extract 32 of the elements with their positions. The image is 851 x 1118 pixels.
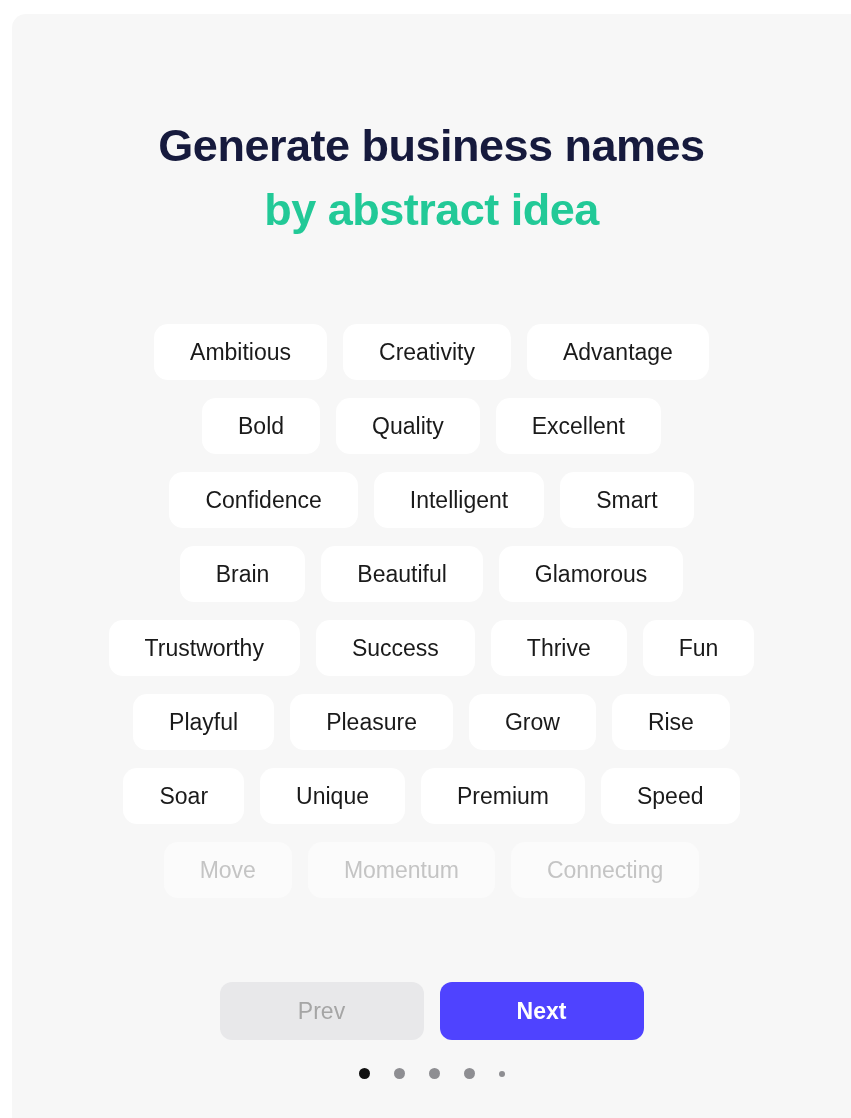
idea-tag[interactable]: Speed <box>601 768 740 824</box>
idea-tag[interactable]: Smart <box>560 472 694 528</box>
idea-tag[interactable]: Success <box>315 620 475 676</box>
idea-tag[interactable]: Trustworthy <box>108 620 300 676</box>
idea-tag[interactable]: Excellent <box>495 398 661 454</box>
idea-tag[interactable]: Grow <box>468 694 596 750</box>
idea-tag[interactable]: Intelligent <box>373 472 545 528</box>
idea-tag[interactable]: Unique <box>260 768 405 824</box>
pager-dot[interactable] <box>498 1070 505 1077</box>
next-button[interactable]: Next <box>439 982 644 1040</box>
idea-tag[interactable]: Premium <box>420 768 585 824</box>
idea-tag[interactable]: Brain <box>179 546 306 602</box>
pager-dot[interactable] <box>463 1068 475 1079</box>
idea-tag[interactable]: Bold <box>202 398 321 454</box>
idea-tag[interactable]: Rise <box>611 694 730 750</box>
idea-tag[interactable]: Creativity <box>343 324 511 380</box>
idea-tag[interactable]: Soar <box>123 768 245 824</box>
pager-dot[interactable] <box>428 1068 440 1079</box>
idea-tag[interactable]: Confidence <box>169 472 358 528</box>
idea-tag[interactable]: Glamorous <box>498 546 684 602</box>
idea-tag[interactable]: Playful <box>133 694 275 750</box>
idea-tag[interactable]: Thrive <box>490 620 627 676</box>
idea-tag[interactable]: Advantage <box>526 324 709 380</box>
pager-dot[interactable] <box>358 1068 370 1079</box>
idea-tag[interactable]: Beautiful <box>321 546 483 602</box>
idea-tag[interactable]: Ambitious <box>154 324 328 380</box>
idea-tag[interactable]: Pleasure <box>290 694 453 750</box>
idea-tag[interactable]: Quality <box>336 398 480 454</box>
idea-tag[interactable]: Fun <box>642 620 755 676</box>
heading: Generate business names <box>158 119 705 173</box>
pager-dot[interactable] <box>393 1068 405 1079</box>
subheading: by abstract idea <box>264 183 599 237</box>
